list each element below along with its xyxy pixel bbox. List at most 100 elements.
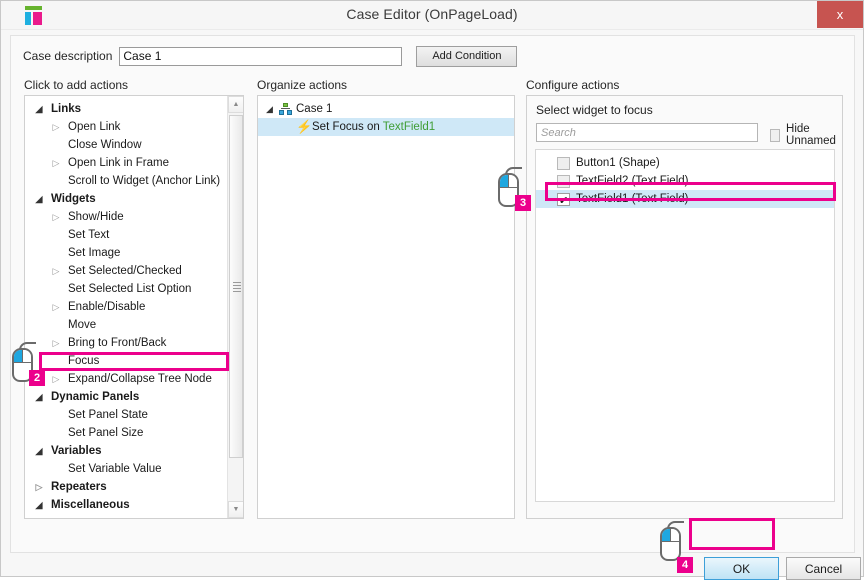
window-title: Case Editor (OnPageLoad) (1, 6, 863, 22)
hide-unnamed-label: Hide Unnamed (786, 123, 842, 147)
twisty-open-icon[interactable]: ◢ (34, 388, 44, 406)
action-tree-row[interactable]: Set Text (25, 226, 227, 244)
twisty-open-icon[interactable]: ◢ (34, 190, 44, 208)
scroll-down-arrow[interactable]: ▼ (228, 501, 244, 518)
action-tree-row-label: Close Window (68, 139, 142, 151)
twisty-closed-icon[interactable]: ▷ (51, 262, 61, 280)
twisty-closed-icon[interactable]: ▷ (51, 154, 61, 172)
action-tree-row[interactable]: Scroll to Widget (Anchor Link) (25, 172, 227, 190)
twisty-closed-icon[interactable]: ▷ (51, 208, 61, 226)
scroll-grip-icon (233, 282, 241, 292)
expand-twisty-icon[interactable]: ◢ (266, 100, 273, 118)
action-tree-row-label: Expand/Collapse Tree Node (68, 373, 212, 385)
action-tree-row[interactable]: ◢Widgets (25, 190, 227, 208)
action-tree-row[interactable]: ▷ Open Link in Frame (25, 154, 227, 172)
lightning-bolt-icon: ⚡ (296, 120, 308, 134)
action-tree-row[interactable]: ▷ Repeaters (25, 478, 227, 496)
scroll-up-arrow[interactable]: ▲ (228, 96, 244, 113)
organize-case-row[interactable]: ◢ Case 1 (258, 100, 514, 118)
action-tree-row[interactable]: ◢Variables (25, 442, 227, 460)
case-description-row: Case description Add Condition (23, 45, 517, 67)
action-tree-panel: ◢ Links ▷Open Link Close Window ▷ Open Link i… (24, 95, 244, 519)
case-sitemap-icon (279, 103, 292, 115)
action-tree[interactable]: ◢ Links ▷Open Link Close Window ▷ Open Link i… (25, 96, 227, 518)
cancel-button[interactable]: Cancel (786, 557, 861, 580)
scroll-thumb[interactable] (229, 115, 243, 458)
action-tree-row-label: Links (51, 103, 81, 115)
action-tree-row-label: Set Panel State (68, 409, 148, 421)
widget-list-item-label: TextField1 (Text Field) (576, 190, 688, 208)
action-tree-row-label: Bring to Front/Back (68, 337, 166, 349)
widget-list[interactable]: Button1 (Shape)TextField2 (Text Field)Te… (535, 149, 835, 502)
action-tree-row-label: Open Link in Frame (68, 157, 169, 169)
twisty-closed-icon[interactable]: ▷ (51, 334, 61, 352)
action-tree-row-label: Set Panel Size (68, 427, 143, 439)
widget-list-item-label: TextField2 (Text Field) (576, 172, 688, 190)
twisty-closed-icon[interactable]: ▷ (34, 478, 44, 496)
organize-action-label: Set Focus on (312, 121, 383, 133)
case-description-input[interactable] (119, 47, 402, 66)
widget-list-item[interactable]: Button1 (Shape) (536, 154, 834, 172)
action-tree-row[interactable]: ◢ Links (25, 100, 227, 118)
dialog-body: Case description Add Condition Click to … (10, 35, 855, 553)
action-tree-row-label: Dynamic Panels (51, 391, 139, 403)
twisty-open-icon[interactable]: ◢ (34, 442, 44, 460)
widget-checkbox[interactable] (557, 175, 570, 188)
action-tree-row[interactable]: ▷Open Link (25, 118, 227, 136)
twisty-closed-icon[interactable]: ▷ (51, 118, 61, 136)
action-tree-row[interactable]: Close Window (25, 136, 227, 154)
action-tree-row[interactable]: ▷ Bring to Front/Back (25, 334, 227, 352)
action-tree-row[interactable]: Set Panel Size (25, 424, 227, 442)
widget-list-item[interactable]: TextField2 (Text Field) (536, 172, 834, 190)
action-tree-row[interactable]: ◢ Dynamic Panels (25, 388, 227, 406)
organize-case-label: Case 1 (296, 103, 332, 115)
twisty-open-icon[interactable]: ◢ (34, 496, 44, 514)
widget-list-item[interactable]: TextField1 (Text Field) (536, 190, 834, 208)
action-tree-row[interactable]: ▷ Expand/Collapse Tree Node (25, 370, 227, 388)
title-bar: Case Editor (OnPageLoad) x (1, 1, 863, 30)
organize-actions-panel: ◢ Case 1 ⚡ Set Focus on TextField1 (257, 95, 515, 519)
twisty-open-icon[interactable]: ◢ (34, 100, 44, 118)
column-header-organize: Organize actions (257, 78, 347, 92)
twisty-closed-icon[interactable]: ▷ (51, 298, 61, 316)
column-header-configure: Configure actions (526, 78, 619, 92)
action-tree-row-label: Scroll to Widget (Anchor Link) (68, 175, 220, 187)
action-tree-row[interactable]: Move (25, 316, 227, 334)
action-tree-row[interactable]: ▷Enable/Disable (25, 298, 227, 316)
add-condition-button[interactable]: Add Condition (416, 46, 517, 67)
action-tree-row-label: Show/Hide (68, 211, 124, 223)
hide-unnamed-checkbox[interactable] (770, 129, 780, 142)
action-tree-row-label: Move (68, 319, 96, 331)
hide-unnamed-toggle[interactable]: Hide Unnamed (770, 123, 842, 147)
action-tree-row[interactable]: ▷ Show/Hide (25, 208, 227, 226)
callout-number-2: 2 (29, 370, 45, 386)
action-tree-row[interactable]: Set Selected List Option (25, 280, 227, 298)
case-editor-window: Case Editor (OnPageLoad) x Case descript… (0, 0, 864, 577)
action-tree-scrollbar[interactable]: ▲ ▼ (227, 96, 243, 518)
action-tree-row-label: Set Image (68, 247, 120, 259)
action-tree-row[interactable]: Set Image (25, 244, 227, 262)
organize-action-row[interactable]: ⚡ Set Focus on TextField1 (258, 118, 514, 136)
action-tree-row-label: Set Selected List Option (68, 283, 191, 295)
action-tree-row-label: Repeaters (51, 481, 107, 493)
close-button[interactable]: x (817, 1, 863, 28)
action-tree-row[interactable]: ▷ Set Selected/Checked (25, 262, 227, 280)
widget-search-input[interactable] (536, 123, 758, 142)
action-tree-row-label: Set Text (68, 229, 109, 241)
select-widget-label: Select widget to focus (536, 103, 653, 117)
widget-checkbox[interactable] (557, 157, 570, 170)
action-tree-row[interactable]: Focus (25, 352, 227, 370)
ok-button[interactable]: OK (704, 557, 779, 580)
action-tree-row-label: Focus (68, 355, 99, 367)
organize-action-target: TextField1 (383, 121, 435, 133)
action-tree-row[interactable]: Set Panel State (25, 406, 227, 424)
mouse-click-icon (660, 527, 681, 561)
action-tree-row[interactable]: ◢ Miscellaneous (25, 496, 227, 514)
action-tree-row-label: Miscellaneous (51, 499, 130, 511)
action-tree-row[interactable]: Set Variable Value (25, 460, 227, 478)
case-description-label: Case description (23, 49, 112, 63)
twisty-closed-icon[interactable]: ▷ (51, 370, 61, 388)
action-tree-row-label: Set Selected/Checked (68, 265, 182, 277)
widget-checkbox[interactable] (557, 193, 570, 206)
widget-list-item-label: Button1 (Shape) (576, 154, 660, 172)
